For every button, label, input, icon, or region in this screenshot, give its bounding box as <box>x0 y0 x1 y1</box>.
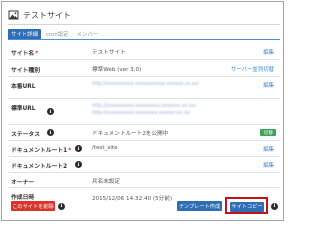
header-divider <box>8 24 280 25</box>
info-icon[interactable]: i <box>75 145 82 152</box>
info-icon[interactable]: i <box>271 202 278 210</box>
tab-bar: サイト詳細 cron設定 メンバー <box>8 29 280 40</box>
status-value: ドキュメントルート2を公開中 <box>92 131 169 137</box>
document-root-2-label: ドキュメントルート2 <box>11 164 68 170</box>
row-standard-url: 標準URL i http://xxxxxxxxxx.xxxxxxxxx.xxxx… <box>8 99 280 125</box>
production-url-label: 本番URL <box>11 84 36 90</box>
info-icon[interactable]: i <box>75 161 82 168</box>
page-title: テストサイト <box>23 10 71 20</box>
created-at-label: 作成日時 <box>11 195 35 201</box>
info-icon[interactable]: i <box>47 129 54 136</box>
create-template-button[interactable]: テンプレート作成 <box>177 201 222 211</box>
row-site-name: サイト名* テストサイト 編集 <box>8 43 280 60</box>
tab-members[interactable]: メンバー <box>74 29 102 39</box>
required-mark: * <box>68 148 72 154</box>
site-type-label: サイト種別 <box>11 68 40 74</box>
site-name-label: サイト名 <box>11 51 35 57</box>
owner-label: オーナー <box>11 180 35 186</box>
document-root-2-edit-link[interactable]: 編集 <box>263 161 274 169</box>
info-icon[interactable]: i <box>58 202 65 210</box>
site-name-value: テストサイト <box>92 50 126 56</box>
row-status: ステータス i ドキュメントルート2を公開中 切替 <box>8 125 280 141</box>
row-owner: オーナー 兵名未設定 <box>8 173 280 188</box>
info-icon[interactable]: i <box>47 108 54 115</box>
delete-site-button[interactable]: このサイトを削除 <box>11 201 55 211</box>
site-detail-panel: テストサイト サイト詳細 cron設定 メンバー サイト名* テストサイト 編集… <box>1 1 284 221</box>
row-document-root-1: ドキュメントルート1* i /test_site 編集 <box>8 141 280 157</box>
row-production-url: 本番URL http://xxxxxxxxxx.xxxxxxxxxxx.xxxx… <box>8 77 280 99</box>
site-type-value: 標準Web (ver 3.0) <box>92 67 142 73</box>
production-url-value[interactable]: http://xxxxxxxxxx.xxxxxxxxxxx.xxxxxx.xx.… <box>92 81 199 87</box>
production-url-edit-link[interactable]: 編集 <box>263 81 274 89</box>
created-at-value: 2015/12/06 14:32:40 (5分前) <box>92 196 173 202</box>
panel-header: テストサイト <box>8 8 278 22</box>
document-root-1-label: ドキュメントルート1 <box>11 148 68 154</box>
row-document-root-2: ドキュメントルート2 i 編集 <box>8 157 280 173</box>
server-switch-link[interactable]: サーバー並列切替 <box>231 65 274 73</box>
owner-value: 兵名未設定 <box>92 179 120 185</box>
tab-site-detail[interactable]: サイト詳細 <box>8 29 41 39</box>
image-icon <box>8 10 19 20</box>
detail-table: サイト名* テストサイト 編集 サイト種別 標準Web (ver 3.0) サー… <box>8 43 280 204</box>
required-mark: * <box>35 51 39 57</box>
site-name-edit-link[interactable]: 編集 <box>263 48 274 56</box>
row-site-type: サイト種別 標準Web (ver 3.0) サーバー並列切替 <box>8 60 280 77</box>
document-root-1-value: /test_site <box>92 145 118 151</box>
tab-cron-settings[interactable]: cron設定 <box>43 29 72 39</box>
status-toggle-button[interactable]: 切替 <box>260 129 276 136</box>
document-root-1-edit-link[interactable]: 編集 <box>263 145 274 153</box>
standard-url-label: 標準URL <box>11 106 36 112</box>
status-label: ステータス <box>11 132 40 138</box>
site-copy-button[interactable]: サイトコピー <box>230 201 264 212</box>
standard-url-value[interactable]: http://xxxxxxxxxx.xxxxxxxxx.xxxxxxx.xx.x… <box>92 103 196 117</box>
highlight-box: サイトコピー <box>225 197 268 214</box>
